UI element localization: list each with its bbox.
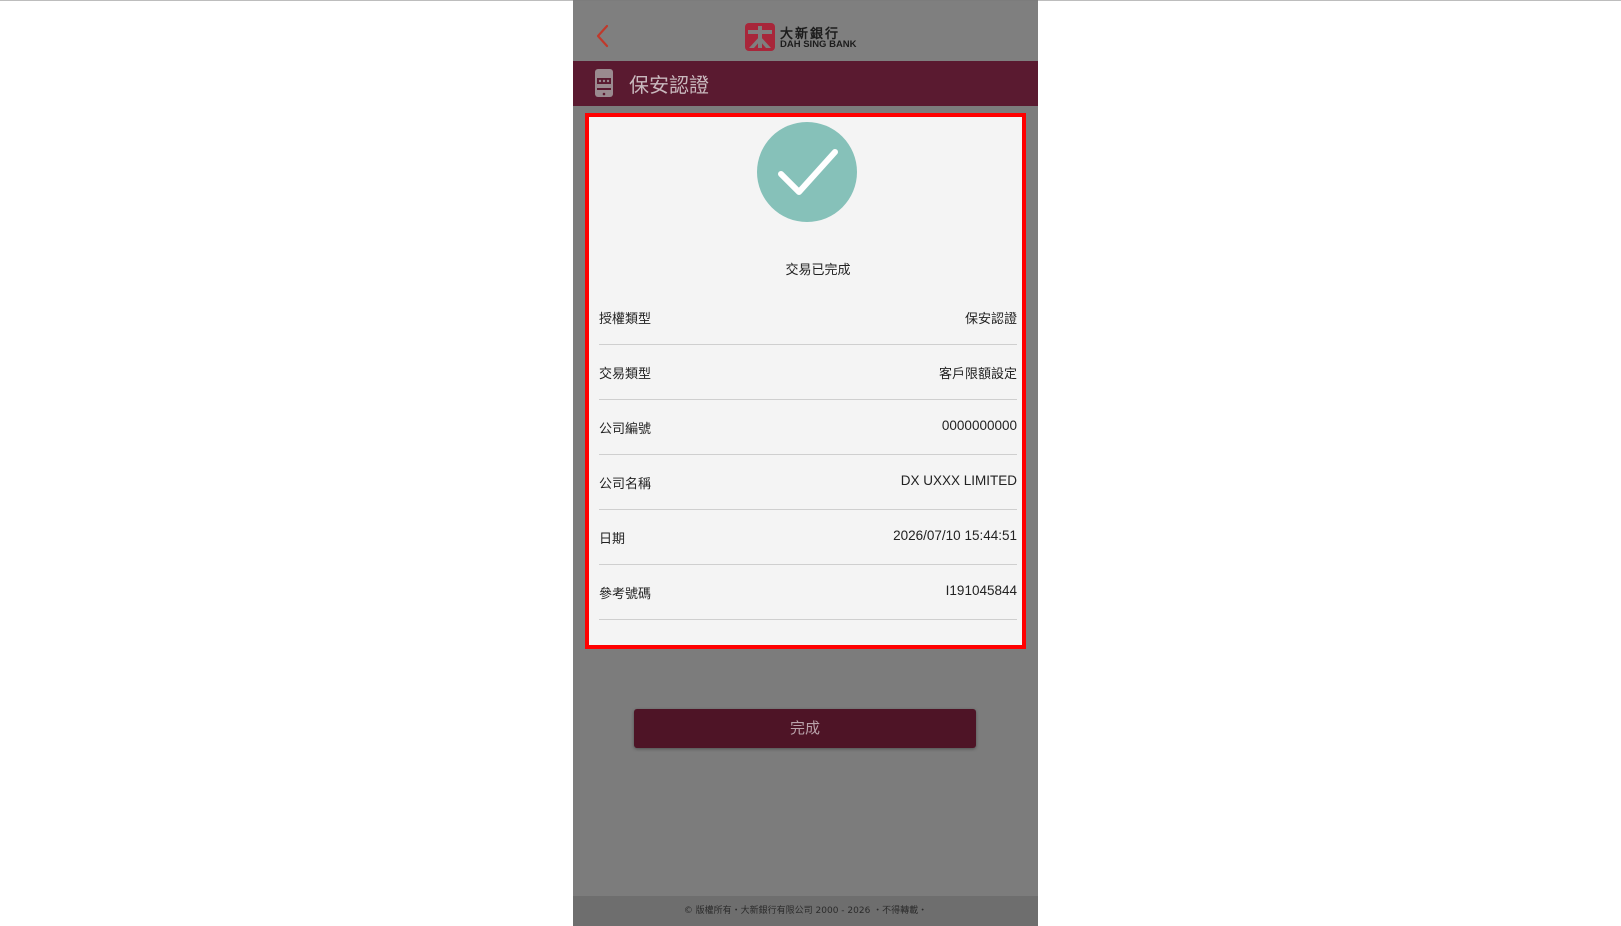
- detail-row-reference-number: 參考號碼 I191045844: [599, 565, 1017, 620]
- detail-label: 公司編號: [599, 422, 652, 437]
- app-screen: 大新銀行 DAH SING BANK 保安認證 交易已完成 授權類型 保安認證: [573, 0, 1038, 926]
- dah-sing-logo-icon: [745, 23, 775, 51]
- app-header: 大新銀行 DAH SING BANK: [573, 1, 1038, 61]
- security-token-icon: [595, 69, 613, 97]
- copyright-footer: © 版權所有・大新銀行有限公司 2000 - 2026 ・不得轉載・: [573, 896, 1038, 926]
- check-icon: [757, 122, 857, 222]
- transaction-status: 交易已完成: [785, 263, 851, 278]
- detail-label: 參考號碼: [599, 587, 652, 602]
- detail-row-authorization-type: 授權類型 保安認證: [599, 290, 1017, 345]
- bank-logo: 大新銀行 DAH SING BANK: [745, 23, 865, 53]
- detail-label: 授權類型: [599, 312, 652, 327]
- detail-value: I191045844: [945, 583, 1017, 598]
- result-card: 交易已完成 授權類型 保安認證 交易類型 客戶限額設定 公司編號 0000000…: [585, 113, 1026, 649]
- detail-row-transaction-type: 交易類型 客戶限額設定: [599, 345, 1017, 400]
- done-button[interactable]: 完成: [634, 709, 976, 748]
- detail-value: DX UXXX LIMITED: [900, 473, 1017, 488]
- detail-row-date: 日期 2026/07/10 15:44:51: [599, 510, 1017, 565]
- details-list: 授權類型 保安認證 交易類型 客戶限額設定 公司編號 0000000000 公司…: [599, 290, 1017, 620]
- page-title-bar: 保安認證: [573, 61, 1038, 106]
- detail-value: 0000000000: [941, 418, 1017, 433]
- detail-label: 交易類型: [599, 367, 652, 382]
- chevron-left-icon: [596, 24, 609, 48]
- detail-label: 日期: [599, 532, 626, 547]
- back-button[interactable]: [591, 21, 617, 51]
- detail-row-company-number: 公司編號 0000000000: [599, 400, 1017, 455]
- logo-english-name: DAH SING BANK: [780, 39, 857, 50]
- detail-value: 保安認證: [964, 312, 1017, 327]
- detail-value: 2026/07/10 15:44:51: [893, 528, 1017, 543]
- detail-value: 客戶限額設定: [938, 367, 1017, 382]
- page-title: 保安認證: [629, 73, 709, 97]
- detail-label: 公司名稱: [599, 477, 652, 492]
- detail-row-company-name: 公司名稱 DX UXXX LIMITED: [599, 455, 1017, 510]
